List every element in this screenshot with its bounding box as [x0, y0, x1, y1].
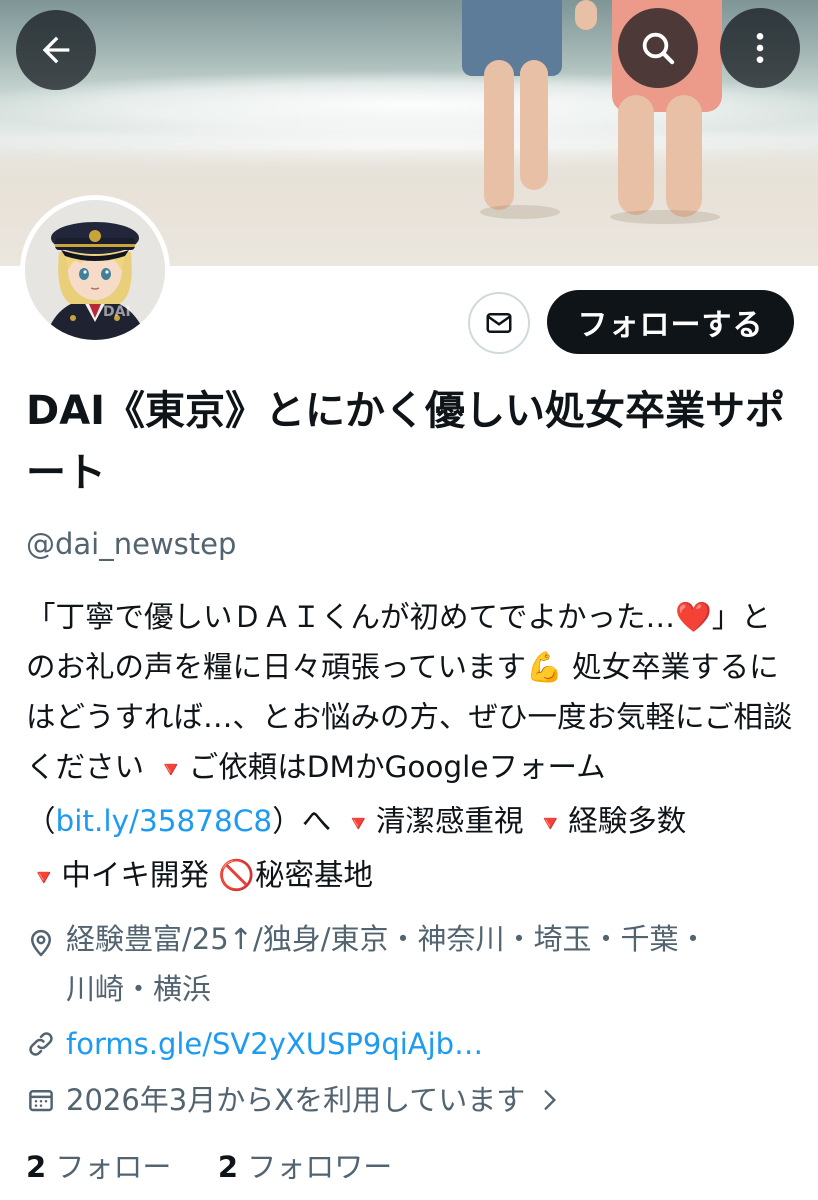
banner-shadow [610, 210, 720, 224]
profile-avatar[interactable]: DAI [20, 195, 170, 345]
banner-figure-leg [618, 95, 654, 215]
more-vertical-icon [756, 33, 764, 63]
banner-figure-leg [520, 60, 548, 190]
red-triangle-icon: 🔻 [344, 812, 372, 837]
banner-figure-skirt [462, 0, 562, 76]
location-pin-icon [30, 929, 52, 957]
bio-text: 清潔感重視 [375, 804, 533, 838]
joined-text: 2026年3月からXを利用しています [66, 1083, 526, 1117]
bio-link[interactable]: bit.ly/35878C8 [56, 804, 273, 838]
prohibited-icon: 🚫 [218, 858, 256, 892]
bio-text: 中イキ開発 [61, 858, 219, 892]
location-text: 経験豊富/25↑/独身/東京・神奈川・埼玉・千葉・川崎・横浜 [66, 922, 708, 1006]
red-triangle-icon: 🔻 [536, 812, 565, 837]
back-button[interactable] [16, 10, 96, 90]
profile-website[interactable]: forms.gle/SV2yXUSP9qiAjb… [26, 1024, 483, 1064]
followers-count: 2 [217, 1150, 239, 1184]
envelope-icon [486, 313, 512, 333]
display-name: DAI《東京》とにかく優しい処女卒業サポート [26, 388, 786, 496]
red-triangle-icon: 🔻 [157, 758, 185, 783]
profile-bio: 「丁寧で優しいＤＡＩくんが初めてでよかった…❤️」とのお礼の声を糧に日々頑張って… [26, 592, 796, 904]
bio-text: 経験多数 [568, 804, 687, 838]
follow-stats: 2 フォロー 2 フォロワー [26, 1144, 392, 1186]
profile-location: 経験豊富/25↑/独身/東京・神奈川・埼玉・千葉・川崎・横浜 [26, 914, 766, 1014]
chevron-right-icon [544, 1090, 557, 1110]
search-button[interactable] [618, 8, 698, 88]
red-triangle-icon: 🔻 [30, 866, 58, 891]
calendar-icon [29, 1090, 53, 1112]
user-handle: @dai_newstep [26, 527, 237, 561]
search-icon [642, 32, 675, 65]
anime-character-avatar: DAI [25, 200, 165, 340]
website-link[interactable]: forms.gle/SV2yXUSP9qiAjb… [66, 1024, 483, 1064]
following-label: フォロー [55, 1150, 172, 1184]
message-button[interactable] [468, 292, 530, 354]
profile-joined[interactable]: 2026年3月からXを利用しています [26, 1080, 563, 1120]
followers-stat[interactable]: 2 フォロワー [218, 1150, 392, 1184]
arrow-left-icon [42, 36, 70, 64]
banner-shadow [480, 205, 560, 219]
following-stat[interactable]: 2 フォロー [26, 1150, 171, 1184]
bio-text: ）へ [272, 804, 341, 838]
svg-text:DAI: DAI [103, 304, 131, 320]
follow-button[interactable]: フォローする [547, 290, 794, 354]
followers-label: フォロワー [247, 1150, 393, 1184]
more-button[interactable] [720, 8, 800, 88]
banner-figure-leg [666, 95, 702, 217]
banner-figure-leg [484, 60, 514, 210]
bio-text: 秘密基地 [255, 858, 374, 892]
link-icon [29, 1032, 53, 1056]
following-count: 2 [26, 1150, 47, 1184]
banner-figure-hand [575, 0, 597, 30]
